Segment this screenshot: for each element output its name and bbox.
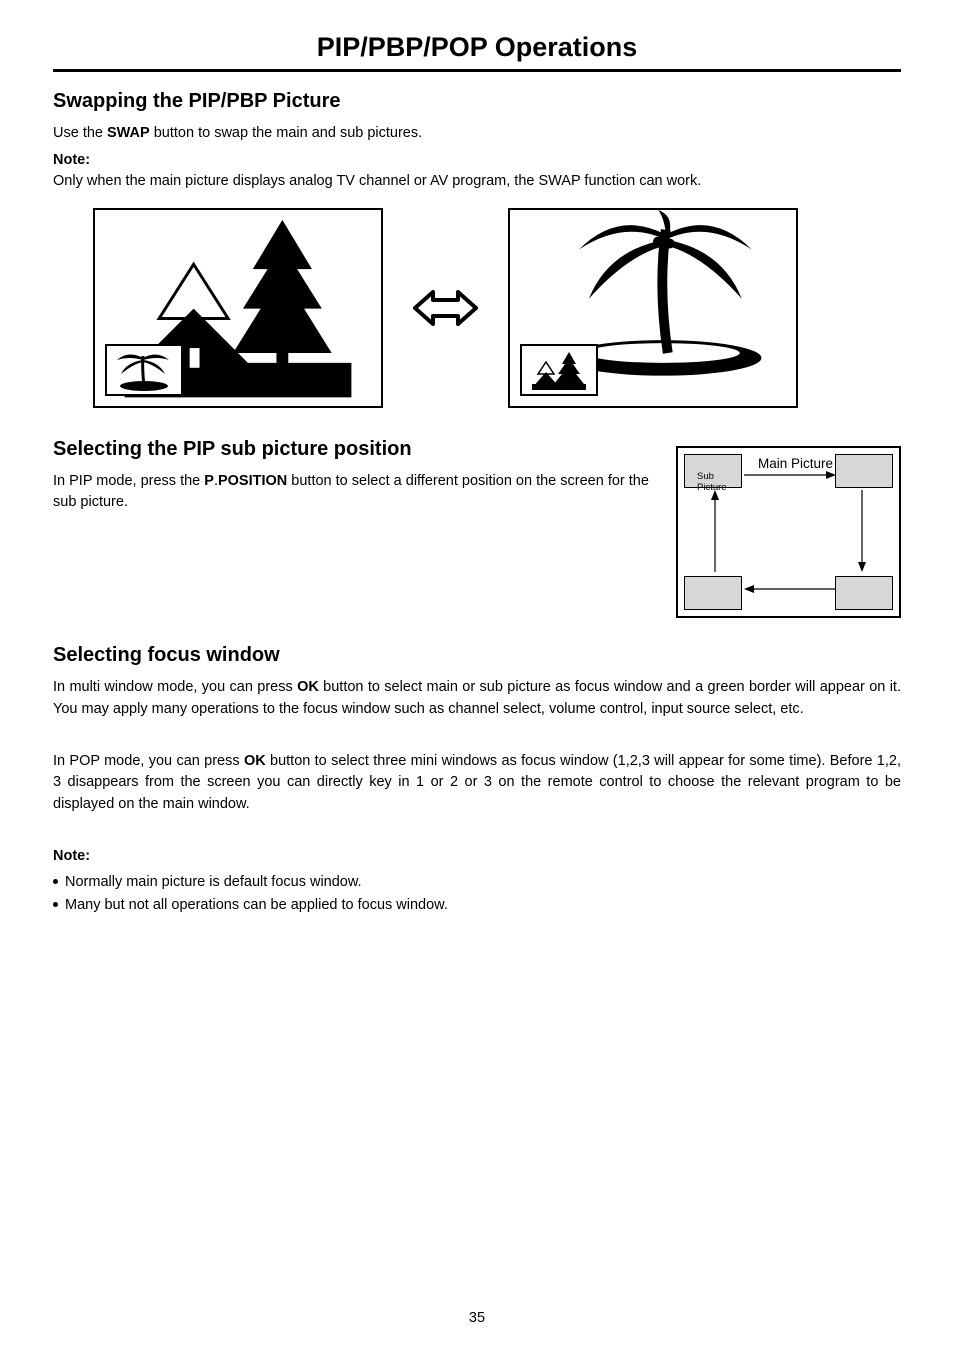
corner-br bbox=[835, 576, 893, 610]
focus-heading: Selecting focus window bbox=[53, 644, 901, 667]
swap-instruction: Use the SWAP button to swap the main and… bbox=[53, 123, 901, 144]
main-picture-label: Main Picture bbox=[758, 456, 833, 471]
focus-bullets: Normally main picture is default focus w… bbox=[53, 871, 901, 917]
pos-b: P bbox=[204, 473, 214, 489]
note-label-text: Note bbox=[53, 152, 85, 168]
page-number: 35 bbox=[0, 1310, 954, 1326]
mountain-mini-icon bbox=[524, 348, 594, 394]
position-text-block: Selecting the PIP sub picture position I… bbox=[53, 438, 650, 513]
swap-bold: SWAP bbox=[107, 125, 150, 141]
position-instruction: In PIP mode, press the P.POSITION button… bbox=[53, 471, 650, 513]
arrow-right-icon bbox=[744, 470, 836, 480]
focus-p2: In POP mode, you can press OK button to … bbox=[53, 751, 901, 816]
bullet-2: Many but not all operations can be appli… bbox=[53, 894, 901, 917]
swap-pre: Use the bbox=[53, 125, 107, 141]
page-title: PIP/PBP/POP Operations bbox=[53, 32, 901, 63]
corner-tl: Sub Picture bbox=[684, 454, 742, 488]
tv-left bbox=[93, 208, 383, 408]
f1b: OK bbox=[297, 679, 319, 695]
pip-small-right bbox=[520, 344, 598, 396]
corner-tr bbox=[835, 454, 893, 488]
arrow-up-icon bbox=[710, 490, 720, 572]
arrow-left-icon bbox=[744, 584, 836, 594]
swap-note-text: Only when the main picture displays anal… bbox=[53, 171, 901, 192]
f2b: OK bbox=[244, 753, 266, 769]
focus-note-label: Note: bbox=[53, 848, 90, 864]
focus-note: Note: bbox=[53, 846, 901, 867]
arrow-down-icon bbox=[857, 490, 867, 572]
swap-arrow-icon bbox=[413, 286, 478, 331]
swap-post: button to swap the main and sub pictures… bbox=[150, 125, 422, 141]
tv-right bbox=[508, 208, 798, 408]
note-label: Note: bbox=[53, 152, 90, 168]
pos-c: POSITION bbox=[218, 473, 287, 489]
focus-note-label-text: Note bbox=[53, 848, 85, 864]
focus-p1: In multi window mode, you can press OK b… bbox=[53, 677, 901, 721]
position-diagram: Main Picture Sub Picture bbox=[676, 446, 901, 618]
pip-small-left bbox=[105, 344, 183, 396]
f1a: In multi window mode, you can press bbox=[53, 679, 297, 695]
bullet-1: Normally main picture is default focus w… bbox=[53, 871, 901, 894]
pos-a: In PIP mode, press the bbox=[53, 473, 204, 489]
position-section: Selecting the PIP sub picture position I… bbox=[53, 438, 901, 618]
corner-bl bbox=[684, 576, 742, 610]
title-divider bbox=[53, 69, 901, 72]
f2a: In POP mode, you can press bbox=[53, 753, 244, 769]
swap-note: Note: bbox=[53, 150, 901, 171]
swap-diagram-row bbox=[93, 208, 901, 408]
swap-heading: Swapping the PIP/PBP Picture bbox=[53, 90, 901, 113]
position-heading: Selecting the PIP sub picture position bbox=[53, 438, 650, 461]
palm-mini-icon bbox=[109, 348, 179, 394]
